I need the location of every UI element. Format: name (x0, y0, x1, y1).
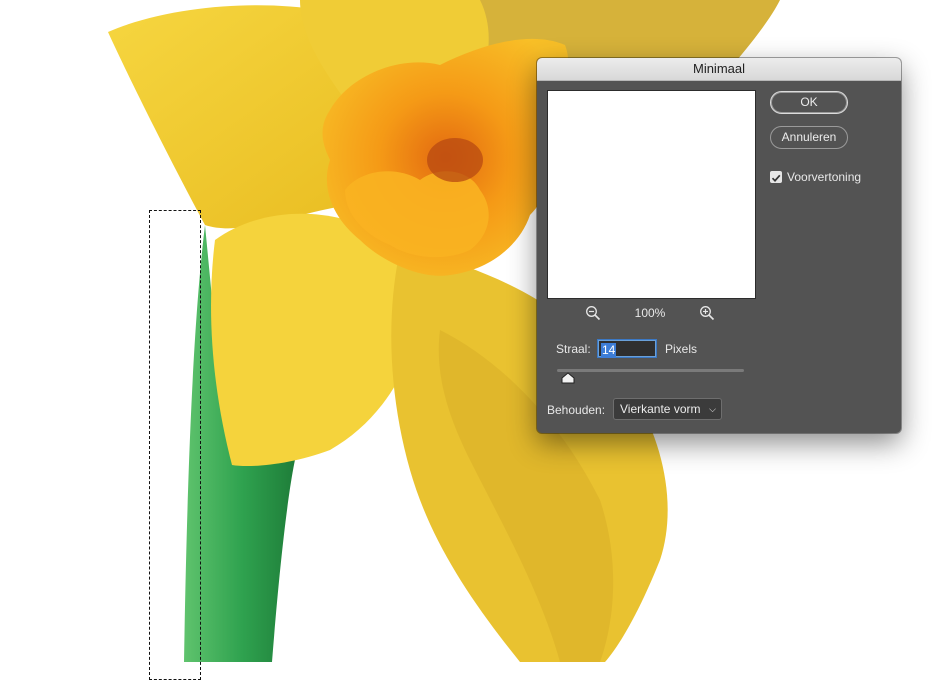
preview-checkbox[interactable] (770, 171, 782, 183)
zoom-in-icon[interactable] (699, 305, 715, 321)
flower-center (427, 138, 483, 182)
zoom-level-label: 100% (634, 306, 666, 320)
radius-value: 14 (601, 343, 617, 358)
radius-input[interactable]: 14 (598, 340, 656, 358)
radius-slider-track[interactable] (557, 369, 744, 372)
preserve-dropdown[interactable]: Vierkante vorm ⌵ (613, 398, 722, 420)
preserve-label: Behouden: (547, 403, 606, 417)
radius-label: Straal: (556, 342, 591, 356)
zoom-out-icon[interactable] (585, 305, 601, 321)
radius-unit-label: Pixels (665, 342, 698, 356)
minimum-filter-dialog: Minimaal 100% Straal: 14 Pixels Behouden… (537, 58, 901, 433)
cancel-button[interactable]: Annuleren (770, 126, 848, 149)
chevron-down-icon: ⌵ (709, 404, 716, 414)
checkmark-icon (771, 174, 781, 182)
preserve-selected-value: Vierkante vorm (620, 402, 701, 416)
radius-slider-thumb[interactable] (561, 372, 575, 384)
ok-button[interactable]: OK (770, 91, 848, 114)
dialog-title: Minimaal (537, 58, 901, 81)
preview-label: Voorvertoning (787, 170, 862, 184)
filter-preview-pane[interactable] (547, 90, 756, 299)
